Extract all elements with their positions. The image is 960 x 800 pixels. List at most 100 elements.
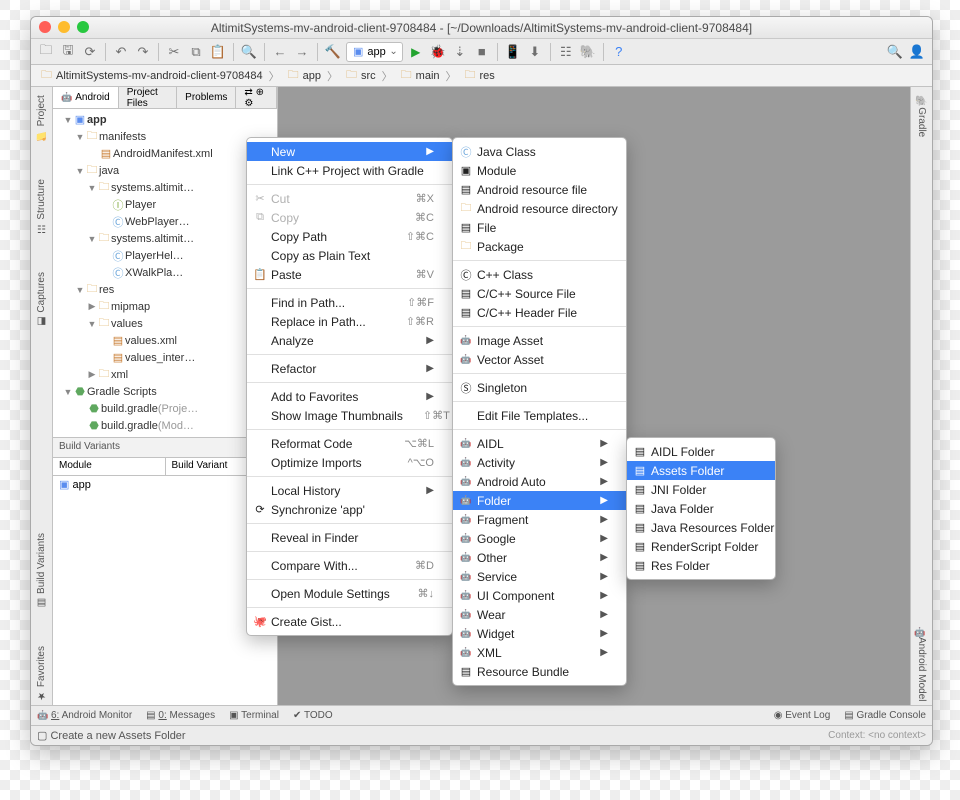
close-icon[interactable] <box>39 21 51 33</box>
save-icon[interactable]: 🖫 <box>59 43 77 61</box>
menu-refactor[interactable]: Refactor▶ <box>247 359 452 378</box>
menu-link-cpp[interactable]: Link C++ Project with Gradle <box>247 161 452 180</box>
folder-assets[interactable]: ▤Assets Folder <box>627 461 775 480</box>
context-menu[interactable]: New▶ Link C++ Project with Gradle ✂Cut⌘X… <box>246 137 453 636</box>
new-widget[interactable]: 🤖Widget▶ <box>453 624 626 643</box>
new-fragment[interactable]: 🤖Fragment▶ <box>453 510 626 529</box>
copy-icon[interactable]: ⧉ <box>187 43 205 61</box>
make-icon[interactable]: 🔨 <box>324 43 342 61</box>
menu-favorites[interactable]: Add to Favorites▶ <box>247 387 452 406</box>
folder-submenu[interactable]: ▤AIDL Folder ▤Assets Folder ▤JNI Folder … <box>626 437 776 580</box>
new-c-src[interactable]: ▤C/C++ Source File <box>453 284 626 303</box>
menu-copy-plain[interactable]: Copy as Plain Text <box>247 246 452 265</box>
bv-row[interactable]: ▣ app <box>53 475 277 705</box>
folder-java[interactable]: ▤Java Folder <box>627 499 775 518</box>
rail-project[interactable]: 📁Project <box>36 91 47 145</box>
tab-android[interactable]: 🤖Android <box>53 87 119 108</box>
edit-templates[interactable]: Edit File Templates... <box>453 406 626 425</box>
menu-replace[interactable]: Replace in Path...⇧⌘R <box>247 312 452 331</box>
status-gradle-console[interactable]: ▤ Gradle Console <box>844 710 926 721</box>
menu-paste[interactable]: 📋Paste⌘V <box>247 265 452 284</box>
new-aidl[interactable]: 🤖AIDL▶ <box>453 434 626 453</box>
attach-icon[interactable]: ⇣ <box>451 43 469 61</box>
run-icon[interactable]: ▶ <box>407 43 425 61</box>
menu-gist[interactable]: 🐙Create Gist... <box>247 612 452 631</box>
bv-title[interactable]: Build Variants <box>53 437 277 457</box>
avd-icon[interactable]: 📱 <box>504 43 522 61</box>
folder-java-res[interactable]: ▤Java Resources Folder <box>627 518 775 537</box>
tab-problems[interactable]: Problems <box>177 87 236 108</box>
menu-copy-path[interactable]: Copy Path⇧⌘C <box>247 227 452 246</box>
new-folder[interactable]: 🤖Folder▶ <box>453 491 626 510</box>
new-other[interactable]: 🤖Other▶ <box>453 548 626 567</box>
gradle-sync-icon[interactable]: 🐘 <box>579 43 597 61</box>
find-icon[interactable]: 🔍 <box>240 43 258 61</box>
rail-gradle[interactable]: 🐘Gradle <box>916 91 927 141</box>
folder-renderscript[interactable]: ▤RenderScript Folder <box>627 537 775 556</box>
menu-cut[interactable]: ✂Cut⌘X <box>247 189 452 208</box>
run-config-dropdown[interactable]: ▣app <box>346 42 403 62</box>
back-icon[interactable]: ← <box>271 43 289 61</box>
undo-icon[interactable]: ↶ <box>112 43 130 61</box>
rail-build-variants[interactable]: ▤Build Variants <box>36 529 47 612</box>
new-submenu[interactable]: ⒸJava Class ▣Module ▤Android resource fi… <box>452 137 627 686</box>
new-package[interactable]: 🗀Package <box>453 237 626 256</box>
menu-analyze[interactable]: Analyze▶ <box>247 331 452 350</box>
new-cpp-class[interactable]: ⒸC++ Class <box>453 265 626 284</box>
debug-icon[interactable]: 🐞 <box>429 43 447 61</box>
rail-favorites[interactable]: ★Favorites <box>36 642 47 705</box>
menu-find[interactable]: Find in Path...⇧⌘F <box>247 293 452 312</box>
new-file[interactable]: ▤File <box>453 218 626 237</box>
new-xml[interactable]: 🤖XML▶ <box>453 643 626 662</box>
menu-thumbnails[interactable]: Show Image Thumbnails⇧⌘T <box>247 406 452 425</box>
folder-aidl[interactable]: ▤AIDL Folder <box>627 442 775 461</box>
status-terminal[interactable]: ▣ Terminal <box>229 710 279 721</box>
project-tree[interactable]: ▼▣app ▼🗀manifests ▤AndroidManifest.xml ▼… <box>53 109 277 437</box>
sync-icon[interactable]: ⟳ <box>81 43 99 61</box>
new-image-asset[interactable]: 🤖Image Asset <box>453 331 626 350</box>
new-service[interactable]: 🤖Service▶ <box>453 567 626 586</box>
new-google[interactable]: 🤖Google▶ <box>453 529 626 548</box>
traffic-lights[interactable] <box>39 21 89 33</box>
sdk-icon[interactable]: ⬇ <box>526 43 544 61</box>
status-messages[interactable]: ▤ 0: Messages <box>146 710 215 721</box>
new-res-file[interactable]: ▤Android resource file <box>453 180 626 199</box>
folder-res[interactable]: ▤Res Folder <box>627 556 775 575</box>
menu-compare[interactable]: Compare With...⌘D <box>247 556 452 575</box>
new-vector-asset[interactable]: 🤖Vector Asset <box>453 350 626 369</box>
menu-reveal[interactable]: Reveal in Finder <box>247 528 452 547</box>
tab-tools[interactable]: ⇄ ⊕ ⚙ <box>236 87 277 108</box>
folder-jni[interactable]: ▤JNI Folder <box>627 480 775 499</box>
paste-icon[interactable]: 📋 <box>209 43 227 61</box>
new-wear[interactable]: 🤖Wear▶ <box>453 605 626 624</box>
minimize-icon[interactable] <box>58 21 70 33</box>
redo-icon[interactable]: ↷ <box>134 43 152 61</box>
menu-sync[interactable]: ⟳Synchronize 'app' <box>247 500 452 519</box>
new-res-dir[interactable]: 🗀Android resource directory <box>453 199 626 218</box>
menu-reformat[interactable]: Reformat Code⌥⌘L <box>247 434 452 453</box>
new-resource-bundle[interactable]: ▤Resource Bundle <box>453 662 626 681</box>
new-singleton[interactable]: ⓈSingleton <box>453 378 626 397</box>
menu-local-history[interactable]: Local History▶ <box>247 481 452 500</box>
status-event-log[interactable]: ◉ Event Log <box>774 710 831 721</box>
structure-icon[interactable]: ☷ <box>557 43 575 61</box>
forward-icon[interactable]: → <box>293 43 311 61</box>
menu-optimize[interactable]: Optimize Imports^⌥O <box>247 453 452 472</box>
new-c-hdr[interactable]: ▤C/C++ Header File <box>453 303 626 322</box>
status-android-monitor[interactable]: 🤖 6: Android Monitor <box>37 710 132 721</box>
new-activity[interactable]: 🤖Activity▶ <box>453 453 626 472</box>
rail-android-model[interactable]: 🤖Android Model <box>916 622 927 705</box>
tab-project-files[interactable]: Project Files <box>119 87 177 108</box>
stop-icon[interactable]: ■ <box>473 43 491 61</box>
rail-captures[interactable]: ◧Captures <box>36 268 47 331</box>
help-icon[interactable]: ? <box>610 43 628 61</box>
new-module[interactable]: ▣Module <box>453 161 626 180</box>
zoom-icon[interactable] <box>77 21 89 33</box>
menu-open-module[interactable]: Open Module Settings⌘↓ <box>247 584 452 603</box>
cut-icon[interactable]: ✂ <box>165 43 183 61</box>
user-icon[interactable]: 👤 <box>908 43 926 61</box>
menu-new[interactable]: New▶ <box>247 142 452 161</box>
new-ui-component[interactable]: 🤖UI Component▶ <box>453 586 626 605</box>
open-icon[interactable]: 🗀 <box>37 43 55 61</box>
navigation-bar[interactable]: 🗀AltimitSystems-mv-android-client-970848… <box>31 65 932 87</box>
